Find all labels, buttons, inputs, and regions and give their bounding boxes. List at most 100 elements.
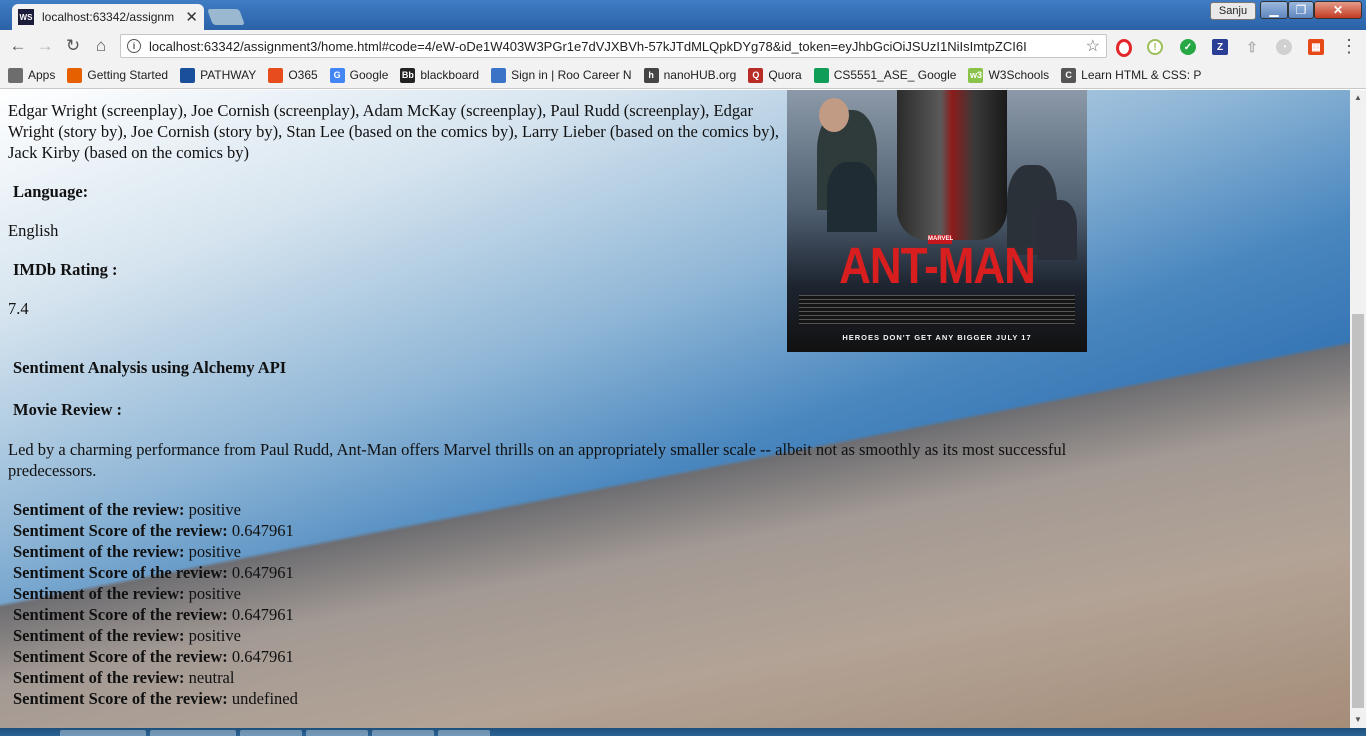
bookmark-label: Learn HTML & CSS: P bbox=[1081, 68, 1202, 82]
sentiment-value: neutral bbox=[188, 668, 235, 687]
webstorm-favicon-icon: WS bbox=[18, 9, 34, 25]
taskbar-item[interactable] bbox=[60, 730, 146, 736]
bookmark-item[interactable]: O365 bbox=[268, 67, 318, 83]
bookmark-item[interactable]: w3 W3Schools bbox=[968, 67, 1049, 83]
bookmark-favicon-icon bbox=[67, 67, 83, 83]
windows-taskbar bbox=[0, 728, 1366, 736]
vertical-scrollbar[interactable]: ▲ ▼ bbox=[1350, 90, 1366, 728]
url-text[interactable]: localhost:63342/assignment3/home.html#co… bbox=[149, 39, 1079, 54]
page-viewport: Edgar Wright (screenplay), Joe Cornish (… bbox=[0, 90, 1350, 728]
browser-tab[interactable]: WS localhost:63342/assignm ✕ bbox=[12, 4, 204, 30]
bookmark-label: nanoHUB.org bbox=[663, 68, 737, 82]
sentiment-row: Sentiment Score of the review: 0.647961 bbox=[13, 562, 1088, 583]
sentiment-label: Sentiment Score of the review: bbox=[13, 689, 228, 708]
poster-title: ANT-MAN bbox=[839, 238, 1036, 295]
sentiment-analysis-heading: Sentiment Analysis using Alchemy API bbox=[13, 358, 287, 377]
timer-extension-icon[interactable]: ! bbox=[1147, 39, 1163, 55]
movie-poster-image: MARVEL ANT-MAN HEROES DON'T GET ANY BIGG… bbox=[787, 90, 1087, 352]
sentiment-label: Sentiment Score of the review: bbox=[13, 647, 228, 666]
sentiment-value: positive bbox=[188, 626, 241, 645]
tab-close-icon[interactable]: ✕ bbox=[185, 8, 198, 26]
sentiment-label: Sentiment Score of the review: bbox=[13, 521, 228, 540]
sentiment-label: Sentiment of the review: bbox=[13, 668, 185, 687]
taskbar-item[interactable] bbox=[150, 730, 236, 736]
sentiment-row: Sentiment Score of the review: 0.647961 bbox=[13, 520, 1088, 541]
scrollbar-thumb[interactable] bbox=[1352, 314, 1364, 708]
bookmark-label: PATHWAY bbox=[200, 68, 257, 82]
bookmark-label: CS5551_ASE_ Google bbox=[833, 68, 957, 82]
sentiment-label: Sentiment Score of the review: bbox=[13, 563, 228, 582]
sentiment-row: Sentiment Score of the review: undefined bbox=[13, 688, 1088, 709]
bookmark-item[interactable]: Getting Started bbox=[67, 67, 169, 83]
sentiment-row: Sentiment Score of the review: 0.647961 bbox=[13, 646, 1088, 667]
reload-icon[interactable]: ↻ bbox=[63, 36, 83, 56]
address-bar[interactable]: i localhost:63342/assignment3/home.html#… bbox=[120, 34, 1107, 58]
new-tab-button[interactable] bbox=[207, 9, 245, 25]
zotero-extension-icon[interactable]: Z bbox=[1212, 39, 1228, 55]
movie-review-text: Led by a charming performance from Paul … bbox=[8, 440, 1067, 480]
sentiment-label: Sentiment of the review: bbox=[13, 500, 185, 519]
sentiment-value: positive bbox=[188, 584, 241, 603]
bookmark-favicon-icon bbox=[8, 67, 23, 83]
sentiment-row: Sentiment Score of the review: 0.647961 bbox=[13, 604, 1088, 625]
sentiment-row: Sentiment of the review: neutral bbox=[13, 667, 1088, 688]
bookmark-favicon-icon bbox=[268, 67, 284, 83]
bookmark-label: Apps bbox=[28, 68, 56, 82]
taskbar-item[interactable] bbox=[438, 730, 490, 736]
home-icon[interactable]: ⌂ bbox=[91, 36, 111, 56]
arrow-extension-icon[interactable]: ⇧ bbox=[1244, 39, 1260, 55]
bookmark-item[interactable]: CS5551_ASE_ Google bbox=[813, 67, 957, 83]
menu-icon[interactable]: ⋮ bbox=[1340, 36, 1358, 57]
browser-toolbar: ← → ↻ ⌂ i localhost:63342/assignment3/ho… bbox=[0, 30, 1366, 62]
bookmark-item[interactable]: Q Quora bbox=[748, 67, 802, 83]
back-arrow-icon[interactable]: ← bbox=[8, 36, 28, 56]
bookmark-item[interactable]: PATHWAY bbox=[180, 67, 257, 83]
bookmark-label: O365 bbox=[288, 68, 318, 82]
star-icon[interactable]: ☆ bbox=[1086, 36, 1100, 56]
bookmark-favicon-icon: C bbox=[1061, 67, 1077, 83]
office-extension-icon[interactable]: ▦ bbox=[1308, 39, 1324, 55]
sentiment-row: Sentiment of the review: positive bbox=[13, 583, 1088, 604]
sentiment-value: undefined bbox=[231, 689, 298, 708]
taskbar-item[interactable] bbox=[372, 730, 434, 736]
sentiment-label: Sentiment of the review: bbox=[13, 626, 185, 645]
compass-extension-icon[interactable]: ◔ bbox=[1276, 39, 1292, 55]
sentiment-row: Sentiment of the review: positive bbox=[13, 499, 1088, 520]
taskbar-item[interactable] bbox=[306, 730, 368, 736]
opera-extension-icon[interactable] bbox=[1116, 39, 1132, 57]
bookmark-favicon-icon bbox=[491, 67, 507, 83]
sentiment-label: Sentiment of the review: bbox=[13, 542, 185, 561]
bookmark-favicon-icon: w3 bbox=[968, 67, 984, 83]
bookmark-item[interactable]: h nanoHUB.org bbox=[643, 67, 737, 83]
sentiment-list: Sentiment of the review: positive Sentime… bbox=[8, 499, 1088, 709]
check-extension-icon[interactable]: ✓ bbox=[1180, 39, 1196, 55]
sentiment-label: Sentiment Score of the review: bbox=[13, 605, 228, 624]
bookmarks-bar: Apps Getting Started PATHWAY O365 G Google Bb b… bbox=[0, 62, 1366, 89]
bookmark-favicon-icon bbox=[813, 67, 829, 83]
bookmark-item[interactable]: C Learn HTML & CSS: P bbox=[1061, 67, 1202, 83]
bookmark-item[interactable]: Bb blackboard bbox=[400, 67, 479, 83]
bookmark-favicon-icon: G bbox=[329, 67, 345, 83]
window-minimize-button[interactable]: ▁ bbox=[1260, 1, 1288, 19]
browser-title-bar: WS localhost:63342/assignm ✕ Sanju ▁ ❐ ✕ bbox=[0, 0, 1366, 30]
window-maximize-button[interactable]: ❐ bbox=[1288, 1, 1314, 19]
sentiment-row: Sentiment of the review: positive bbox=[13, 541, 1088, 562]
poster-figure-head bbox=[819, 98, 849, 132]
bookmark-label: Google bbox=[349, 68, 389, 82]
bookmark-item[interactable]: G Google bbox=[329, 67, 389, 83]
scroll-down-arrow-icon[interactable]: ▼ bbox=[1350, 712, 1366, 728]
bookmark-label: Getting Started bbox=[87, 68, 169, 82]
info-icon[interactable]: i bbox=[127, 39, 141, 53]
sentiment-value: 0.647961 bbox=[231, 647, 294, 666]
window-close-button[interactable]: ✕ bbox=[1314, 1, 1362, 19]
taskbar-item[interactable] bbox=[240, 730, 302, 736]
bookmark-label: Quora bbox=[768, 68, 802, 82]
bookmark-item[interactable]: Apps bbox=[8, 67, 56, 83]
poster-figure-man-left bbox=[827, 162, 877, 232]
scroll-up-arrow-icon[interactable]: ▲ bbox=[1350, 90, 1366, 106]
forward-arrow-icon[interactable]: → bbox=[35, 36, 55, 56]
profile-user-badge[interactable]: Sanju bbox=[1210, 2, 1256, 20]
bookmark-favicon-icon: Bb bbox=[400, 67, 416, 83]
bookmark-favicon-icon: h bbox=[643, 67, 659, 83]
bookmark-item[interactable]: Sign in | Roo Career N bbox=[491, 67, 632, 83]
